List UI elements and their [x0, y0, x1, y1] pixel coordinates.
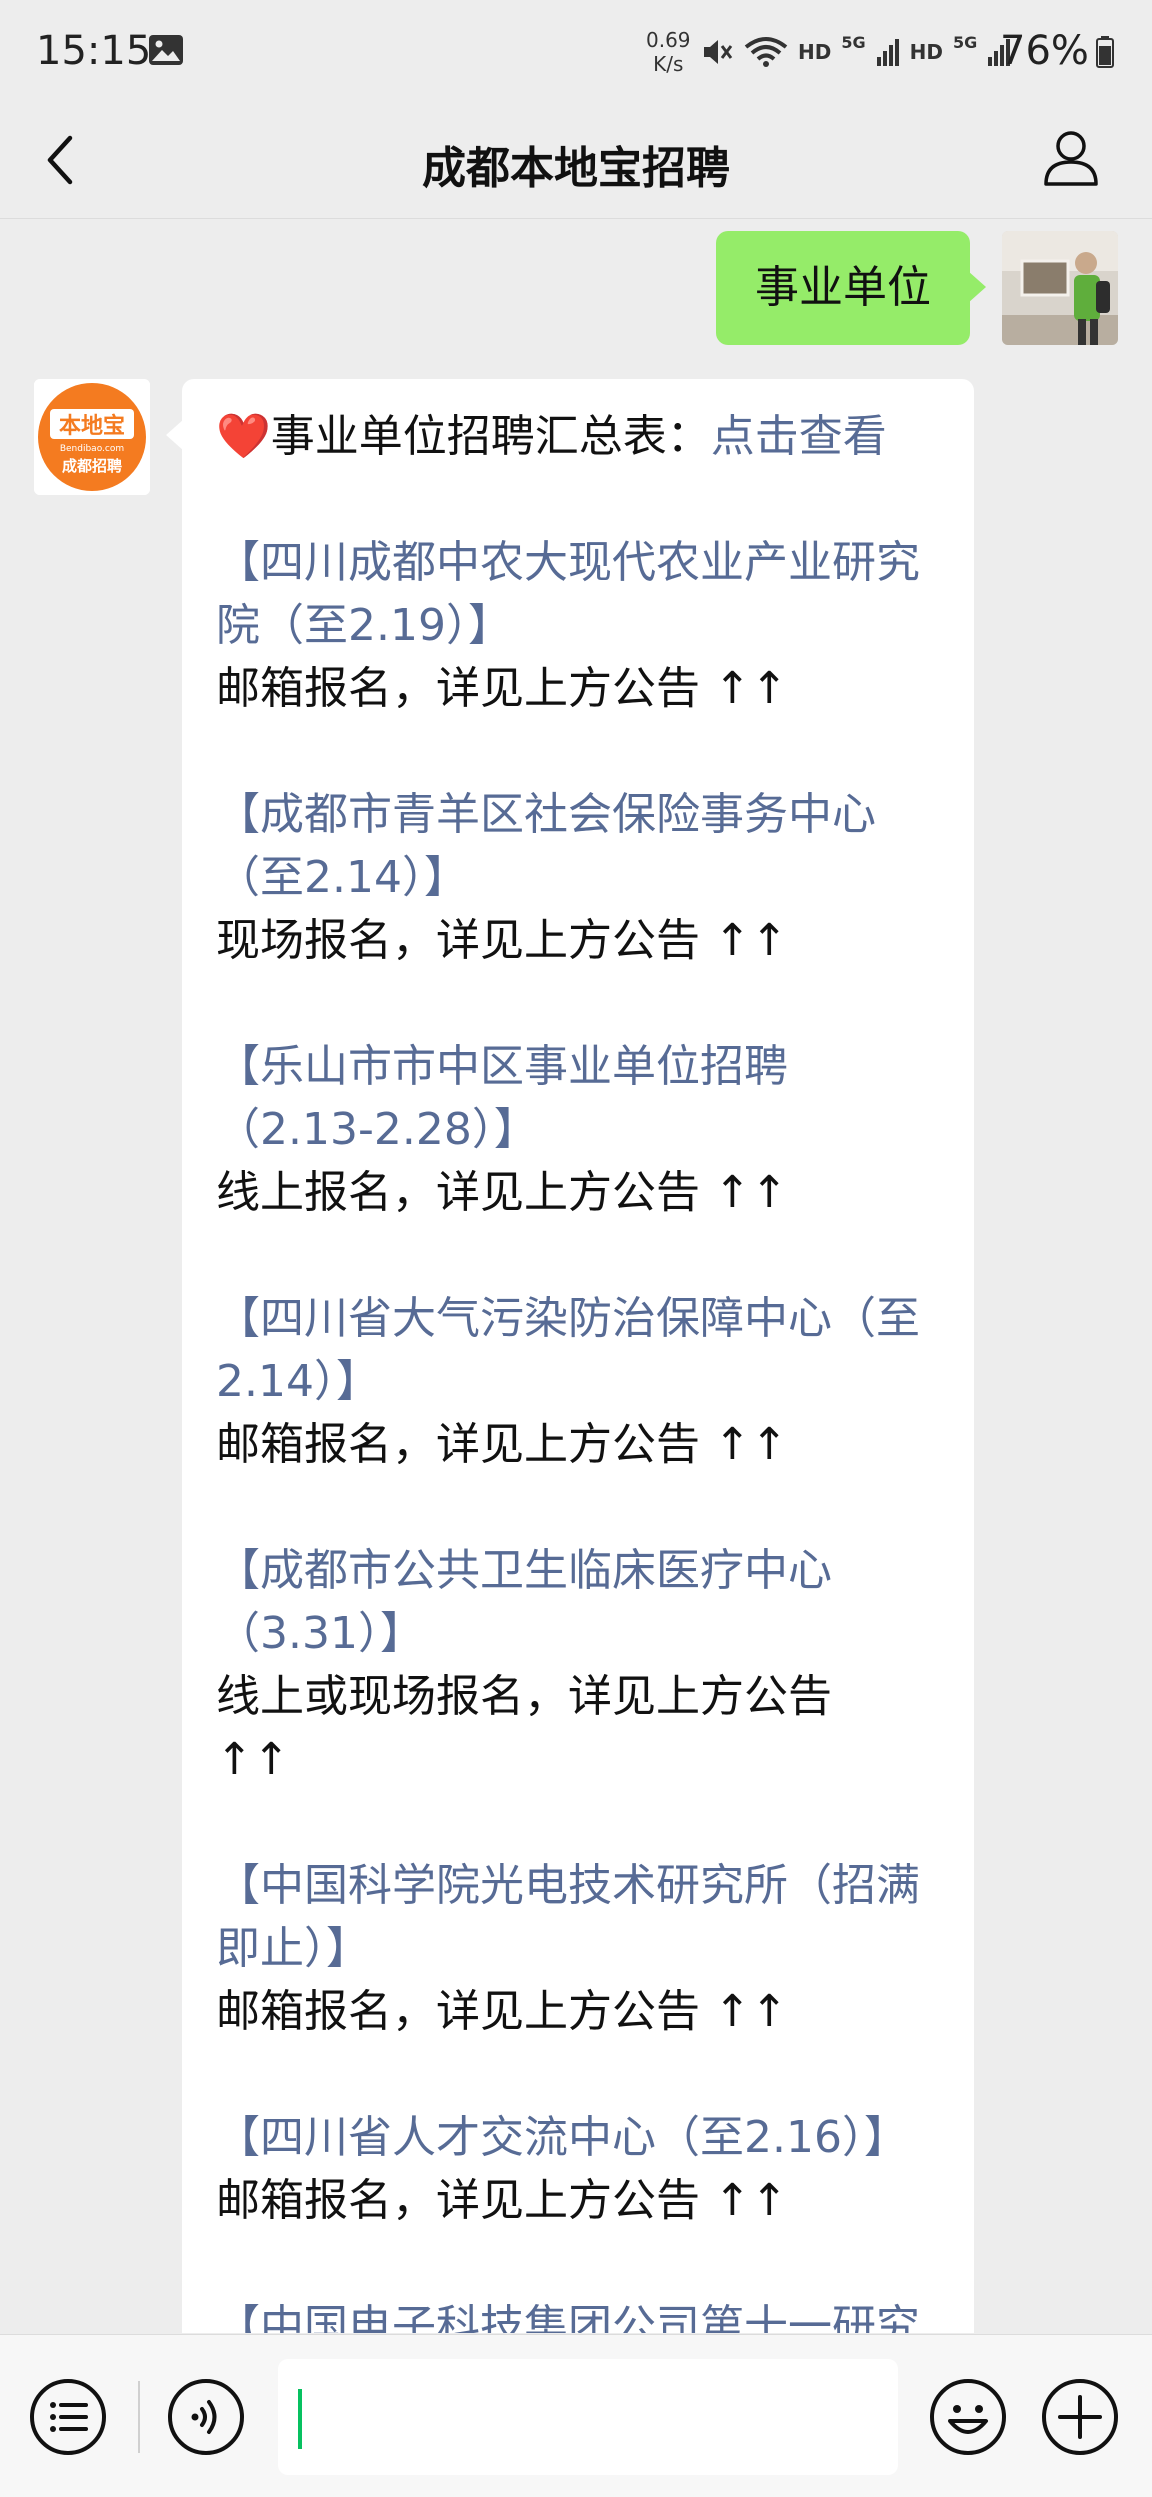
chat-title: 成都本地宝招聘 — [422, 143, 730, 194]
job-note: 线上报名，详见上方公告 ↑↑ — [216, 1167, 788, 1218]
job-title-line[interactable]: 即止）】 — [216, 1917, 940, 1980]
input-divider — [138, 2381, 140, 2453]
svg-text:成都招聘: 成都招聘 — [62, 457, 122, 475]
job-title-line[interactable]: 【中国科学院光电技术研究所（招满 — [216, 1854, 940, 1917]
heart-icon: ❤️ — [216, 411, 271, 462]
chat-area[interactable]: 事业单位 本地宝 Bendibao.com 成都招聘 ❤️事业单位招聘汇总表：点… — [0, 219, 1152, 2333]
job-note: 线上或现场报名，详见上方公告 — [216, 1671, 832, 1722]
bendibao-avatar[interactable]: 本地宝 Bendibao.com 成都招聘 — [34, 379, 150, 495]
battery-icon — [1096, 36, 1114, 68]
job-title-line[interactable]: 【成都市公共卫生临床医疗中心 — [216, 1539, 940, 1602]
status-time: 15:15 — [36, 28, 152, 74]
plus-icon[interactable] — [1040, 2377, 1120, 2457]
chat-header: 成都本地宝招聘 — [0, 104, 1152, 219]
summary-text: 事业单位招聘汇总表： — [270, 411, 711, 462]
status-bar: 15:15 0.69 K/s HD 5G HD 5G 76% — [0, 0, 1152, 104]
svg-text:Bendibao.com: Bendibao.com — [60, 444, 124, 454]
job-entry[interactable]: 【成都市公共卫生临床医疗中心 （3.31）】 线上或现场报名，详见上方公告 ↑↑ — [216, 1539, 940, 1791]
input-bar — [0, 2334, 1152, 2497]
gallery-icon — [149, 35, 183, 65]
5g-label-2: 5G — [952, 32, 978, 52]
menu-list-icon[interactable] — [28, 2377, 108, 2457]
job-title-line[interactable]: （2.13-2.28）】 — [216, 1098, 940, 1161]
svg-text:本地宝: 本地宝 — [59, 413, 125, 439]
voice-icon[interactable] — [166, 2377, 246, 2457]
job-note: 邮箱报名，详见上方公告 ↑↑ — [216, 2175, 788, 2226]
job-title-line[interactable]: 【成都市青羊区社会保险事务中心 — [216, 783, 940, 846]
user-photo-icon — [1002, 231, 1118, 345]
net-speed-unit: K/s — [653, 52, 684, 76]
job-entry[interactable]: 【乐山市市中区事业单位招聘 （2.13-2.28）】 线上报名，详见上方公告 ↑… — [216, 1035, 940, 1224]
emoji-icon[interactable] — [928, 2377, 1008, 2457]
job-note: 现场报名，详见上方公告 ↑↑ — [216, 915, 788, 966]
summary-line: ❤️事业单位招聘汇总表：点击查看 — [216, 405, 940, 468]
job-title-line[interactable]: 2.14）】 — [216, 1350, 940, 1413]
status-icons: HD 5G HD 5G — [700, 30, 1011, 74]
job-note: 邮箱报名，详见上方公告 ↑↑ — [216, 663, 788, 714]
job-entry[interactable]: 【四川省人才交流中心（至2.16）】 邮箱报名，详见上方公告 ↑↑ — [216, 2106, 940, 2232]
job-entry[interactable]: 【中国电子科技集团公司第十一研究 — [216, 2295, 940, 2333]
job-entry[interactable]: 【四川成都中农大现代农业产业研究 院（至2.19）】 邮箱报名，详见上方公告 ↑… — [216, 531, 940, 720]
job-note: 邮箱报名，详见上方公告 ↑↑ — [216, 1419, 788, 1470]
job-title-line[interactable]: （3.31）】 — [216, 1602, 940, 1665]
job-title-line[interactable]: 【中国电子科技集团公司第十一研究 — [216, 2295, 940, 2333]
sent-message-bubble[interactable]: 事业单位 — [716, 231, 986, 345]
job-title-line[interactable]: 【四川省人才交流中心（至2.16）】 — [216, 2106, 940, 2169]
signal-icon-1 — [876, 39, 899, 66]
view-summary-link[interactable]: 点击查看 — [711, 411, 887, 462]
text-cursor — [298, 2389, 302, 2449]
hd-label-2: HD — [909, 40, 943, 64]
message-input[interactable] — [278, 2359, 898, 2475]
job-entry[interactable]: 【中国科学院光电技术研究所（招满 即止）】 邮箱报名，详见上方公告 ↑↑ — [216, 1854, 940, 2043]
job-entry[interactable]: 【成都市青羊区社会保险事务中心 （至2.14）】 现场报名，详见上方公告 ↑↑ — [216, 783, 940, 972]
job-title-line[interactable]: 【四川成都中农大现代农业产业研究 — [216, 531, 940, 594]
job-entry[interactable]: 【四川省大气污染防治保障中心（至 2.14）】 邮箱报名，详见上方公告 ↑↑ — [216, 1287, 940, 1476]
user-avatar[interactable] — [1002, 231, 1118, 345]
job-title-line[interactable]: 【乐山市市中区事业单位招聘 — [216, 1035, 940, 1098]
job-title-line[interactable]: 【四川省大气污染防治保障中心（至 — [216, 1287, 940, 1350]
battery-percent: 76% — [1000, 28, 1089, 74]
job-note: 邮箱报名，详见上方公告 ↑↑ — [216, 1986, 788, 2037]
hd-label-1: HD — [798, 40, 832, 64]
job-note: ↑↑ — [216, 1734, 290, 1785]
mute-icon — [704, 40, 733, 64]
job-title-line[interactable]: （至2.14）】 — [216, 846, 940, 909]
5g-label-1: 5G — [841, 32, 866, 52]
profile-icon[interactable] — [1040, 126, 1102, 188]
wifi-icon — [744, 37, 788, 67]
network-speed: 0.69 K/s — [646, 28, 691, 76]
received-message-bubble[interactable]: ❤️事业单位招聘汇总表：点击查看 【四川成都中农大现代农业产业研究 院（至2.1… — [166, 379, 974, 2333]
job-title-line[interactable]: 院（至2.19）】 — [216, 594, 940, 657]
net-speed-value: 0.69 — [646, 28, 691, 52]
bendibao-logo-icon: 本地宝 Bendibao.com 成都招聘 — [34, 379, 150, 495]
